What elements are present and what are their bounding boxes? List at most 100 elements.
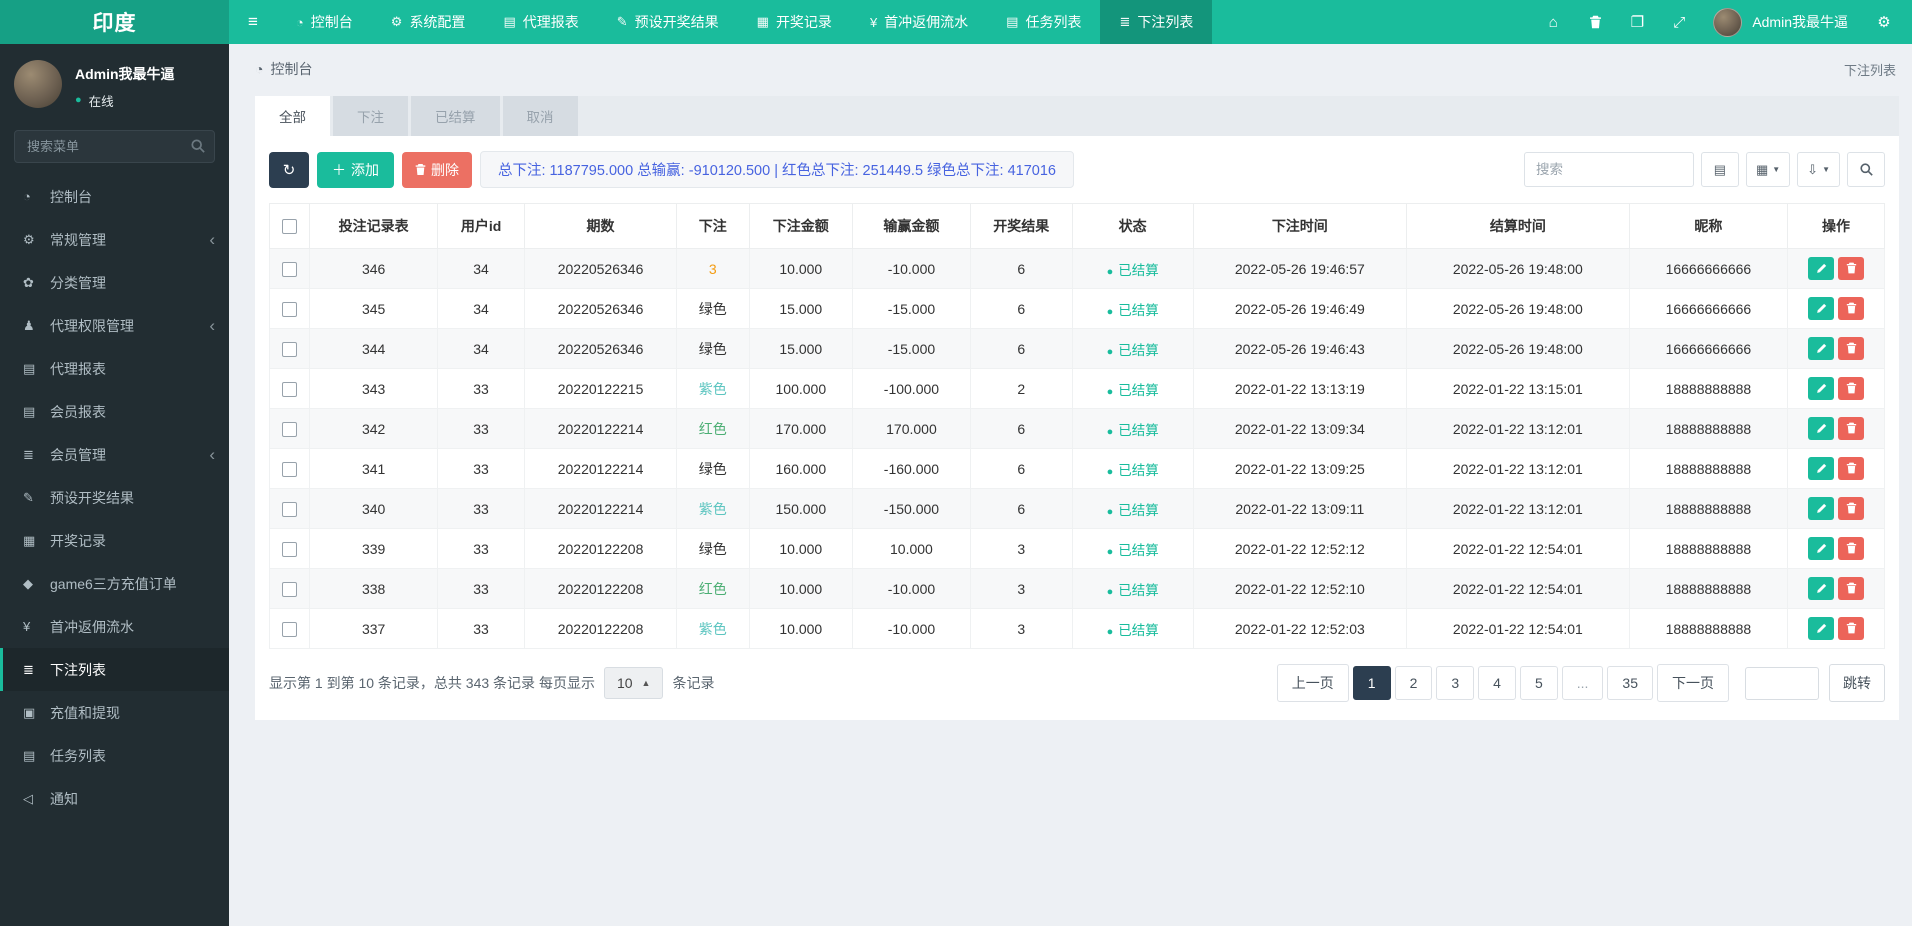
copy-page-button[interactable]: ❐ bbox=[1617, 0, 1657, 44]
export-button[interactable]: ⇩ ▼ bbox=[1797, 152, 1840, 187]
delete-row-button[interactable] bbox=[1838, 336, 1865, 360]
sidebar-item-deposit-withdraw[interactable]: ▣ 充值和提现 bbox=[0, 691, 229, 734]
delete-row-button[interactable] bbox=[1838, 576, 1865, 600]
cell-result: 6 bbox=[969, 248, 1073, 289]
row-checkbox[interactable] bbox=[282, 381, 298, 397]
row-checkbox[interactable] bbox=[282, 541, 298, 557]
cell-nickname: 18888888888 bbox=[1628, 608, 1789, 649]
tab-all[interactable]: 全部 bbox=[255, 96, 330, 136]
nav-item-agent-report[interactable]: ▤ 代理报表 bbox=[484, 0, 597, 44]
search-toggle-button[interactable] bbox=[1847, 152, 1885, 187]
sidebar-item-game6-orders[interactable]: ◆ game6三方充值订单 bbox=[0, 562, 229, 605]
sidebar-item-notification[interactable]: ◁ 通知 bbox=[0, 777, 229, 820]
edit-row-button[interactable] bbox=[1808, 537, 1835, 561]
row-checkbox[interactable] bbox=[282, 261, 298, 277]
jump-button[interactable]: 跳转 bbox=[1829, 664, 1885, 702]
cell-user-id: 33 bbox=[436, 408, 526, 449]
sidebar-item-dashboard[interactable]: ◔ 控制台 bbox=[0, 175, 229, 218]
select-all-checkbox[interactable] bbox=[282, 219, 298, 235]
page-button-5[interactable]: 5 bbox=[1519, 666, 1558, 700]
page-button-35[interactable]: 35 bbox=[1607, 666, 1653, 700]
sidebar-item-bet-list[interactable]: ≣ 下注列表 bbox=[0, 648, 229, 691]
delete-row-button[interactable] bbox=[1838, 256, 1865, 280]
page-button-4[interactable]: 4 bbox=[1478, 666, 1516, 700]
nav-item-bet-list[interactable]: ≣ 下注列表 bbox=[1100, 0, 1213, 44]
delete-row-button[interactable] bbox=[1838, 536, 1865, 560]
delete-row-button[interactable] bbox=[1838, 296, 1865, 320]
edit-row-button[interactable] bbox=[1808, 497, 1835, 521]
jump-page-input[interactable] bbox=[1745, 666, 1819, 700]
page-button-3[interactable]: 3 bbox=[1436, 666, 1475, 700]
edit-row-button[interactable] bbox=[1808, 337, 1835, 361]
edit-row-button[interactable] bbox=[1808, 377, 1835, 401]
page-button-2[interactable]: 2 bbox=[1394, 666, 1433, 700]
edit-row-button[interactable] bbox=[1808, 617, 1835, 641]
menu-search-input[interactable] bbox=[14, 130, 215, 163]
settings-button[interactable]: ⚙ bbox=[1864, 0, 1904, 44]
edit-row-button[interactable] bbox=[1808, 297, 1835, 321]
sidebar-toggle-button[interactable]: ≡ bbox=[229, 0, 277, 44]
sidebar-item-agent-report[interactable]: ▤ 代理报表 bbox=[0, 347, 229, 390]
cell-nickname: 16666666666 bbox=[1628, 288, 1789, 329]
refresh-button[interactable]: ↻ bbox=[269, 151, 309, 188]
fullscreen-button[interactable]: ⤢ bbox=[1659, 0, 1699, 44]
cell-winloss: -15.000 bbox=[851, 328, 971, 369]
delete-row-button[interactable] bbox=[1838, 616, 1865, 640]
sidebar-item-agent-permission[interactable]: ♟ 代理权限管理 ‹ bbox=[0, 304, 229, 347]
row-checkbox[interactable] bbox=[282, 421, 298, 437]
gears-icon: ⚙ bbox=[1877, 14, 1891, 31]
delete-row-button[interactable] bbox=[1838, 416, 1865, 440]
edit-row-button[interactable] bbox=[1808, 577, 1835, 601]
add-button[interactable]: ＋添加 bbox=[317, 151, 394, 188]
row-checkbox[interactable] bbox=[282, 301, 298, 317]
delete-row-button[interactable] bbox=[1838, 456, 1865, 480]
tab-betting[interactable]: 下注 bbox=[333, 96, 408, 136]
breadcrumb-title[interactable]: 控制台 bbox=[270, 59, 312, 79]
cell-bet-amount: 100.000 bbox=[748, 368, 853, 409]
sidebar-item-member-report[interactable]: ▤ 会员报表 bbox=[0, 390, 229, 433]
toggle-view-button[interactable]: ▤ bbox=[1700, 152, 1739, 187]
sidebar-item-task-list[interactable]: ▤ 任务列表 bbox=[0, 734, 229, 777]
col-status: 状态 bbox=[1071, 203, 1194, 249]
clear-cache-button[interactable] bbox=[1575, 0, 1615, 44]
tab-cancelled[interactable]: 取消 bbox=[502, 96, 578, 136]
next-page-button[interactable]: 下一页 bbox=[1657, 664, 1729, 702]
delete-button[interactable]: 删除 bbox=[402, 151, 472, 188]
row-checkbox[interactable] bbox=[282, 461, 298, 477]
delete-row-button[interactable] bbox=[1838, 376, 1865, 400]
nav-item-preset-results[interactable]: ✎ 预设开奖结果 bbox=[598, 0, 738, 44]
per-page-select[interactable]: 10 ▲ bbox=[603, 667, 664, 699]
nav-item-system-config[interactable]: ⚙ 系统配置 bbox=[372, 0, 485, 44]
delete-row-button[interactable] bbox=[1838, 496, 1865, 520]
tab-settled[interactable]: 已结算 bbox=[411, 96, 500, 136]
sidebar-item-category-mgmt[interactable]: ✿ 分类管理 bbox=[0, 261, 229, 304]
cell-result: 3 bbox=[969, 568, 1073, 609]
row-checkbox[interactable] bbox=[282, 501, 298, 517]
sidebar-item-first-deposit-rebate[interactable]: ¥ 首冲返佣流水 bbox=[0, 605, 229, 648]
nav-item-first-deposit-rebate[interactable]: ¥ 首冲返佣流水 bbox=[851, 0, 987, 44]
user-menu[interactable]: Admin我最牛逼 bbox=[1752, 12, 1848, 32]
row-checkbox[interactable] bbox=[282, 621, 298, 637]
cell-winloss: -100.000 bbox=[851, 368, 971, 409]
page-button-1[interactable]: 1 bbox=[1352, 666, 1391, 700]
row-checkbox[interactable] bbox=[282, 341, 298, 357]
sidebar-item-member-mgmt[interactable]: ≣ 会员管理 ‹ bbox=[0, 433, 229, 476]
prev-page-button[interactable]: 上一页 bbox=[1276, 664, 1349, 702]
edit-row-button[interactable] bbox=[1808, 257, 1835, 281]
table-search-input[interactable] bbox=[1523, 152, 1694, 187]
sidebar-item-draw-records[interactable]: ▦ 开奖记录 bbox=[0, 519, 229, 562]
trash-icon bbox=[1846, 382, 1856, 394]
nav-item-task-list[interactable]: ▤ 任务列表 bbox=[987, 0, 1100, 44]
sidebar-item-preset-results[interactable]: ✎ 预设开奖结果 bbox=[0, 476, 229, 519]
row-checkbox[interactable] bbox=[282, 581, 298, 597]
sidebar-item-general-mgmt[interactable]: ⚙ 常规管理 ‹ bbox=[0, 218, 229, 261]
nav-item-draw-records[interactable]: ▦ 开奖记录 bbox=[738, 0, 851, 44]
user-avatar[interactable] bbox=[1713, 7, 1743, 37]
edit-row-button[interactable] bbox=[1808, 457, 1835, 481]
columns-button[interactable]: ▦ ▼ bbox=[1745, 152, 1791, 187]
trash-icon bbox=[1846, 302, 1856, 314]
edit-row-button[interactable] bbox=[1808, 417, 1835, 441]
nav-item-dashboard[interactable]: ◔ 控制台 bbox=[277, 0, 372, 44]
home-button[interactable]: ⌂ bbox=[1533, 0, 1573, 44]
cell-record-id: 341 bbox=[309, 448, 438, 489]
